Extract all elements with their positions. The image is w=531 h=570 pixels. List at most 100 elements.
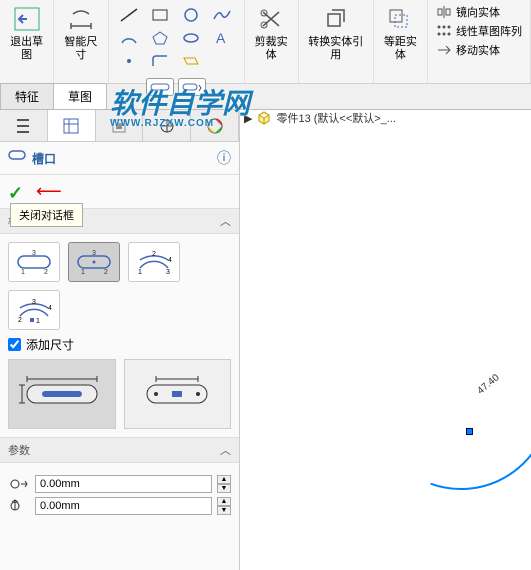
- offset-label: 等距实体: [380, 36, 421, 62]
- transform-group: 镜向实体 线性草图阵列 移动实体: [428, 0, 531, 83]
- collapse-icon: ︿: [220, 213, 231, 229]
- plane-icon[interactable]: [178, 51, 204, 71]
- property-panel: 槽口 ⓘ ✓ ⟵ 关闭对话框 槽口类型 ︿ 123 123 1234 2341 …: [0, 110, 240, 570]
- exit-sketch-button[interactable]: 退出草图: [0, 0, 54, 83]
- move-button[interactable]: 移动实体: [436, 42, 522, 58]
- ptab-dimxpert-icon[interactable]: [143, 110, 191, 141]
- param-length-input[interactable]: [35, 497, 212, 515]
- smart-dim-label: 智能尺寸: [60, 36, 101, 62]
- ptab-appearance-icon[interactable]: [191, 110, 239, 141]
- slot-opt-3pt-arc[interactable]: 1 2 3 4: [128, 242, 180, 282]
- part-icon: [256, 110, 272, 126]
- convert-icon: [321, 4, 351, 34]
- convert-button[interactable]: 转换实体引用: [299, 0, 374, 83]
- slot-type-options: 1 2 3 1 2 3 1 2 3 4 2 3 4 1: [8, 242, 231, 330]
- trim-label: 剪裁实体: [251, 36, 292, 62]
- slot-straight-icon[interactable]: [146, 78, 174, 96]
- ellipse-icon[interactable]: [178, 28, 204, 48]
- svg-text:3: 3: [166, 269, 170, 276]
- confirm-row: ✓ ⟵ 关闭对话框: [0, 175, 239, 208]
- param-length-spinner[interactable]: ▲▼: [217, 497, 231, 515]
- scissors-icon: [256, 4, 286, 34]
- offset-button[interactable]: 等距实体: [374, 0, 428, 83]
- slot-opt-centerpoint[interactable]: 1 2 3: [68, 242, 120, 282]
- pattern-button[interactable]: 线性草图阵列: [436, 23, 522, 39]
- panel-tabs: [0, 110, 239, 142]
- fillet-icon[interactable]: [147, 51, 173, 71]
- svg-text:3: 3: [32, 250, 36, 257]
- svg-text:1: 1: [138, 269, 142, 276]
- ok-check-icon[interactable]: ✓: [8, 183, 26, 201]
- pattern-label: 线性草图阵列: [456, 23, 522, 39]
- svg-text:2: 2: [104, 269, 108, 276]
- exit-sketch-icon: [12, 4, 42, 34]
- section-params-label: 参数: [8, 442, 30, 458]
- tab-features[interactable]: 特征: [0, 83, 54, 109]
- ptab-feature-tree-icon[interactable]: [0, 110, 48, 141]
- svg-text:A: A: [216, 30, 226, 46]
- slot-dropdown-icon[interactable]: [178, 78, 206, 96]
- offset-icon: [385, 4, 415, 34]
- dimension-value[interactable]: 47.40: [475, 372, 501, 397]
- svg-text:2: 2: [152, 251, 156, 258]
- param-width-input[interactable]: [35, 475, 212, 493]
- param-length-icon: [8, 497, 30, 515]
- graphics-area[interactable]: ▶ 零件13 (默认<<默认>_... 47.40: [240, 110, 531, 570]
- convert-label: 转换实体引用: [305, 36, 367, 62]
- line-icon[interactable]: [116, 5, 142, 25]
- collapse-icon-2: ︿: [220, 442, 231, 458]
- svg-text:1: 1: [81, 269, 85, 276]
- param-width-spinner[interactable]: ▲▼: [217, 475, 231, 493]
- sketch-endpoint-handle[interactable]: [466, 428, 473, 435]
- add-dimension-checkbox[interactable]: 添加尺寸: [8, 336, 231, 353]
- part-name: 零件13 (默认<<默认>_...: [276, 110, 396, 126]
- add-dim-input[interactable]: [8, 338, 21, 351]
- exit-sketch-label: 退出草图: [6, 36, 47, 62]
- circle-icon[interactable]: [178, 5, 204, 25]
- svg-text:4: 4: [48, 305, 52, 312]
- dimension-icon: [66, 4, 96, 34]
- svg-text:1: 1: [36, 318, 40, 324]
- tooltip: 关闭对话框: [10, 203, 83, 227]
- sketch-arc[interactable]: [346, 285, 531, 516]
- preview-overall[interactable]: [8, 359, 116, 429]
- flyout-tree[interactable]: ▶ 零件13 (默认<<默认>_...: [244, 110, 396, 126]
- point-icon[interactable]: [116, 51, 142, 71]
- spline-icon[interactable]: [209, 5, 235, 25]
- svg-text:2: 2: [44, 269, 48, 276]
- arc-icon[interactable]: [116, 28, 142, 48]
- sketch-tools-group: A: [109, 0, 245, 83]
- rectangle-icon[interactable]: [147, 5, 173, 25]
- help-icon[interactable]: ⓘ: [217, 148, 231, 168]
- ptab-property-icon[interactable]: [48, 110, 96, 141]
- svg-text:1: 1: [21, 269, 25, 276]
- tab-sketch[interactable]: 草图: [53, 83, 107, 109]
- command-tabs: 特征 草图 xpert: [0, 84, 531, 110]
- trim-button[interactable]: 剪裁实体: [245, 0, 299, 83]
- svg-text:2: 2: [18, 317, 22, 324]
- ptab-config-icon[interactable]: [96, 110, 144, 141]
- text-icon[interactable]: A: [209, 28, 235, 48]
- param-width-row: ▲▼: [8, 475, 231, 493]
- smart-dimension-button[interactable]: 智能尺寸: [54, 0, 108, 83]
- slot-icon: [8, 149, 26, 167]
- slot-opt-centerpoint-arc[interactable]: 2 3 4 1: [8, 290, 60, 330]
- polygon-icon[interactable]: [147, 28, 173, 48]
- expand-icon[interactable]: ▶: [244, 112, 252, 125]
- ribbon-toolbar: 退出草图 智能尺寸 A 剪裁实体 转换实体引用: [0, 0, 531, 84]
- slot-opt-straight[interactable]: 1 2 3: [8, 242, 60, 282]
- param-width-icon: [8, 475, 30, 493]
- move-label: 移动实体: [456, 42, 500, 58]
- mirror-label: 镜向实体: [456, 4, 500, 20]
- svg-text:3: 3: [32, 299, 36, 306]
- section-params[interactable]: 参数 ︿: [0, 437, 239, 463]
- property-header: 槽口 ⓘ: [0, 142, 239, 175]
- add-dim-label: 添加尺寸: [26, 336, 74, 353]
- svg-text:3: 3: [92, 250, 96, 257]
- mirror-button[interactable]: 镜向实体: [436, 4, 522, 20]
- preview-center[interactable]: [124, 359, 232, 429]
- param-length-row: ▲▼: [8, 497, 231, 515]
- property-title: 槽口: [32, 150, 217, 167]
- svg-text:4: 4: [168, 257, 172, 264]
- annotation-arrow-icon: ⟵: [36, 181, 62, 202]
